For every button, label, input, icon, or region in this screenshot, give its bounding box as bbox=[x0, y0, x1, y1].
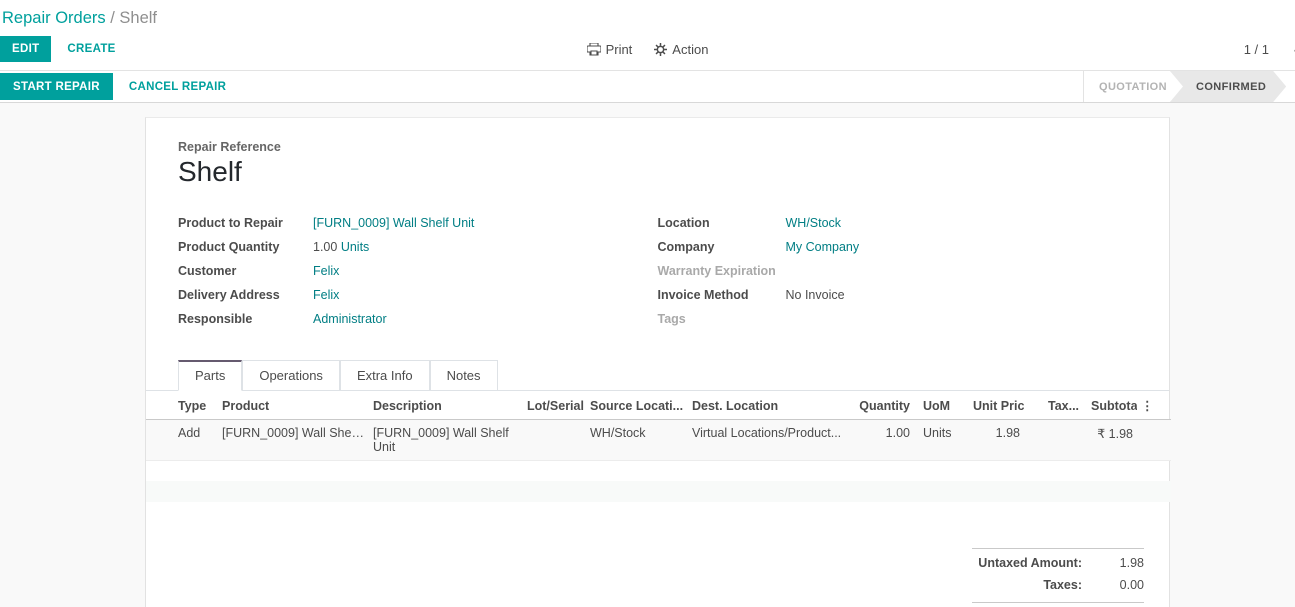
location-link[interactable]: WH/Stock bbox=[786, 216, 842, 230]
cell-unit-price[interactable]: 1.98 bbox=[969, 420, 1024, 461]
field-label: Product Quantity bbox=[178, 240, 313, 255]
untaxed-amount-row: Untaxed Amount: 1.98 bbox=[972, 556, 1144, 570]
cell-subtotal[interactable]: ₹ 1.98 bbox=[1087, 420, 1137, 461]
responsible-link[interactable]: Administrator bbox=[313, 312, 387, 326]
col-header-taxes[interactable]: Tax... bbox=[1024, 391, 1087, 420]
stage-confirmed[interactable]: CONFIRMED bbox=[1170, 71, 1286, 102]
field-label: Tags bbox=[658, 312, 786, 327]
print-button[interactable]: Print bbox=[587, 42, 633, 57]
cell-type[interactable]: Add bbox=[146, 420, 218, 461]
field-product-to-repair: Product to Repair [FURN_0009] Wall Shelf… bbox=[178, 216, 658, 231]
field-label: Delivery Address bbox=[178, 288, 313, 303]
repair-reference-value: Shelf bbox=[178, 156, 1137, 188]
cell-product[interactable]: [FURN_0009] Wall Shelf U... bbox=[218, 420, 369, 461]
col-header-type[interactable]: Type bbox=[146, 391, 218, 420]
product-quantity-value: 1.00 bbox=[313, 240, 337, 254]
col-header-source-location[interactable]: Source Locati... bbox=[586, 391, 688, 420]
tab-parts[interactable]: Parts bbox=[178, 360, 242, 391]
pager-value: 1 / 1 bbox=[1244, 42, 1269, 57]
field-label: Customer bbox=[178, 264, 313, 279]
cell-source-location[interactable]: WH/Stock bbox=[586, 420, 688, 461]
create-button[interactable]: CREATE bbox=[65, 37, 117, 61]
field-label: Product to Repair bbox=[178, 216, 313, 231]
start-repair-button[interactable]: START REPAIR bbox=[0, 73, 113, 100]
action-button[interactable]: Action bbox=[654, 42, 708, 57]
customer-link[interactable]: Felix bbox=[313, 264, 339, 278]
totals-divider bbox=[972, 602, 1144, 603]
stage-pipeline: QUOTATION CONFIRMED REPA bbox=[1083, 71, 1295, 102]
col-header-uom[interactable]: UoM bbox=[914, 391, 969, 420]
field-invoice-method: Invoice Method No Invoice bbox=[658, 288, 1138, 303]
field-responsible: Responsible Administrator bbox=[178, 312, 658, 327]
tab-operations[interactable]: Operations bbox=[242, 360, 340, 391]
col-header-lot-serial[interactable]: Lot/Serial bbox=[523, 391, 586, 420]
taxes-value: 0.00 bbox=[1082, 578, 1144, 592]
tab-notes[interactable]: Notes bbox=[430, 360, 498, 391]
cell-quantity[interactable]: 1.00 bbox=[848, 420, 914, 461]
notebook: Parts Operations Extra Info Notes Type P… bbox=[146, 360, 1169, 502]
col-header-quantity[interactable]: Quantity bbox=[848, 391, 914, 420]
cell-lot-serial[interactable] bbox=[523, 420, 586, 461]
cell-uom[interactable]: Units bbox=[914, 420, 969, 461]
field-customer: Customer Felix bbox=[178, 264, 658, 279]
col-header-dest-location[interactable]: Dest. Location bbox=[688, 391, 848, 420]
totals-panel: Untaxed Amount: 1.98 Taxes: 0.00 Total: … bbox=[972, 548, 1144, 607]
control-panel: EDIT CREATE Print Action 1 / 1 ‹ bbox=[0, 30, 1295, 70]
edit-button[interactable]: EDIT bbox=[0, 36, 51, 62]
col-header-subtotal[interactable]: Subtotal bbox=[1087, 391, 1137, 420]
untaxed-amount-label: Untaxed Amount: bbox=[978, 556, 1082, 570]
empty-row bbox=[146, 481, 1171, 502]
field-warranty-expiration: Warranty Expiration bbox=[658, 264, 1138, 279]
printer-icon bbox=[587, 43, 601, 56]
field-label: Company bbox=[658, 240, 786, 255]
cell-taxes[interactable] bbox=[1024, 420, 1087, 461]
field-label: Invoice Method bbox=[658, 288, 786, 303]
breadcrumb-parent-link[interactable]: Repair Orders bbox=[2, 9, 106, 27]
stage-repaired[interactable]: REPA bbox=[1286, 71, 1295, 102]
col-header-product[interactable]: Product bbox=[218, 391, 369, 420]
product-to-repair-link[interactable]: [FURN_0009] Wall Shelf Unit bbox=[313, 216, 474, 230]
field-label: Warranty Expiration bbox=[658, 264, 786, 279]
form-sheet: Repair Reference Shelf Product to Repair… bbox=[145, 117, 1170, 607]
taxes-label: Taxes: bbox=[1043, 578, 1082, 592]
cancel-repair-button[interactable]: CANCEL REPAIR bbox=[129, 81, 226, 93]
repair-reference-label: Repair Reference bbox=[178, 140, 1137, 154]
field-company: Company My Company bbox=[658, 240, 1138, 255]
field-product-quantity: Product Quantity 1.00 Units bbox=[178, 240, 658, 255]
invoice-method-value: No Invoice bbox=[786, 288, 845, 303]
product-quantity-uom-link[interactable]: Units bbox=[341, 240, 369, 254]
parts-table-row[interactable]: Add [FURN_0009] Wall Shelf U... [FURN_00… bbox=[146, 420, 1171, 461]
cell-dest-location[interactable]: Virtual Locations/Product... bbox=[688, 420, 848, 461]
column-options-icon[interactable]: ⋮ bbox=[1137, 391, 1171, 420]
taxes-row: Taxes: 0.00 bbox=[972, 578, 1144, 592]
untaxed-amount-value: 1.98 bbox=[1082, 556, 1144, 570]
delivery-address-link[interactable]: Felix bbox=[313, 288, 339, 302]
field-label: Responsible bbox=[178, 312, 313, 327]
statusbar: START REPAIR CANCEL REPAIR QUOTATION CON… bbox=[0, 70, 1295, 103]
cell-description[interactable]: [FURN_0009] Wall Shelf Unit bbox=[369, 420, 523, 461]
stage-quotation[interactable]: QUOTATION bbox=[1084, 71, 1182, 102]
parts-table: Type Product Description Lot/Serial Sour… bbox=[146, 391, 1171, 502]
form-view: Repair Reference Shelf Product to Repair… bbox=[0, 117, 1295, 587]
gear-icon bbox=[654, 43, 667, 56]
field-delivery-address: Delivery Address Felix bbox=[178, 288, 658, 303]
col-header-unit-price[interactable]: Unit Price bbox=[969, 391, 1024, 420]
tab-extra-info[interactable]: Extra Info bbox=[340, 360, 430, 391]
field-tags: Tags bbox=[658, 312, 1138, 327]
empty-row bbox=[146, 461, 1171, 481]
company-link[interactable]: My Company bbox=[786, 240, 860, 254]
field-location: Location WH/Stock bbox=[658, 216, 1138, 231]
field-label: Location bbox=[658, 216, 786, 231]
col-header-description[interactable]: Description bbox=[369, 391, 523, 420]
breadcrumb-current: Shelf bbox=[119, 9, 157, 27]
breadcrumb: Repair Orders / Shelf bbox=[0, 0, 1295, 30]
